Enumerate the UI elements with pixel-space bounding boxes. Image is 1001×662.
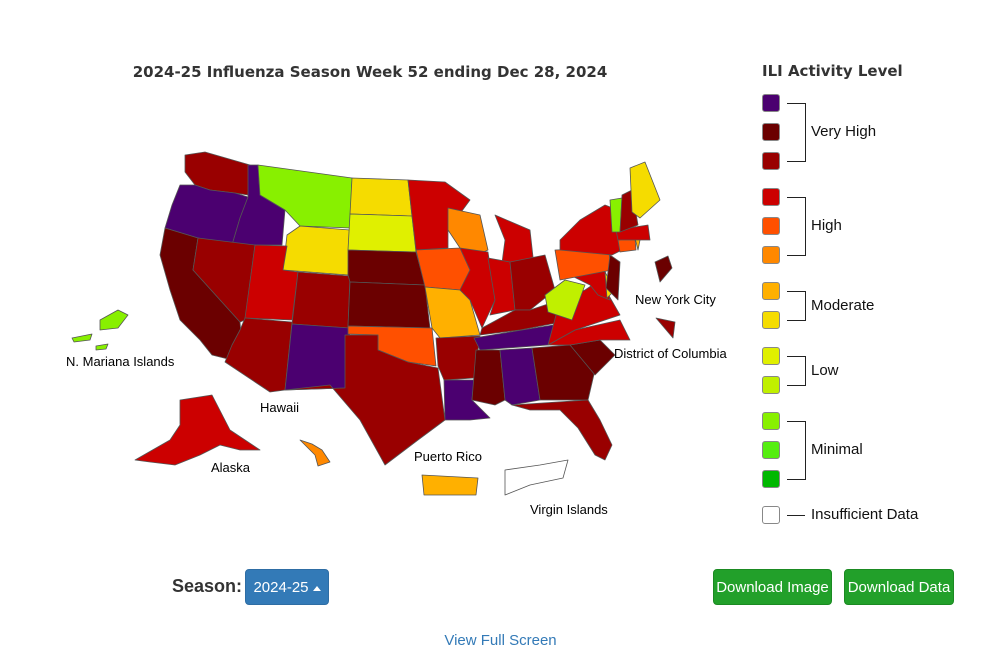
legend-group-label: Insufficient Data [811, 506, 919, 523]
state-ne[interactable] [347, 249, 426, 286]
state-nmi[interactable] [99, 309, 129, 331]
state-ks[interactable] [347, 281, 431, 329]
legend-bracket-tick [787, 161, 805, 162]
label-hawaii: Hawaii [260, 400, 300, 415]
legend-swatch-vh2 [762, 123, 780, 141]
state-ia[interactable] [415, 247, 471, 291]
legend-bracket [805, 197, 806, 256]
legend-bracket-tick [787, 291, 805, 292]
legend-group-label: Minimal [811, 441, 863, 458]
state-nd[interactable] [349, 177, 413, 217]
legend-bracket-tick [787, 421, 805, 422]
legend-swatch-min2 [762, 441, 780, 459]
state-wy[interactable] [282, 225, 351, 276]
label-new-york-city: New York City [635, 292, 716, 307]
legend: ILI Activity Level Very High High Moderate… [762, 62, 982, 524]
nmi-islet[interactable] [95, 343, 109, 351]
legend-swatch-h2 [762, 217, 780, 235]
state-dc[interactable] [655, 317, 676, 339]
download-image-button[interactable]: Download Image [713, 569, 832, 605]
season-value: 2024-25 [253, 578, 309, 596]
legend-bracket-tick [787, 103, 805, 104]
legend-swatch-l2 [762, 347, 780, 365]
download-data-button[interactable]: Download Data [844, 569, 954, 605]
label-puerto-rico: Puerto Rico [414, 449, 482, 464]
legend-bracket [805, 421, 806, 480]
legend-dash [787, 515, 805, 516]
state-co[interactable] [291, 271, 351, 329]
legend-group-label: Moderate [811, 296, 875, 314]
state-ar[interactable] [435, 335, 481, 381]
view-full-screen-link[interactable]: View Full Screen [0, 632, 1001, 649]
state-vi[interactable] [504, 459, 569, 496]
state-fl[interactable] [511, 399, 613, 461]
state-ms[interactable] [471, 349, 506, 406]
legend-swatch-h1 [762, 246, 780, 264]
state-nyc[interactable] [654, 255, 673, 283]
legend-swatch-m2 [762, 282, 780, 300]
legend-swatch-min3 [762, 412, 780, 430]
legend-group-label: High [811, 217, 842, 234]
legend-swatch-min1 [762, 470, 780, 488]
legend-bracket-tick [787, 356, 805, 357]
label-district-of-columbia: District of Columbia [614, 346, 727, 361]
legend-swatch-m1 [762, 311, 780, 329]
season-label: Season: [172, 576, 243, 596]
legend-swatch-l1 [762, 376, 780, 394]
legend-swatch-vh3 [762, 94, 780, 112]
state-me[interactable] [629, 161, 661, 219]
legend-title: ILI Activity Level [762, 62, 903, 80]
legend-bracket-tick [787, 197, 805, 198]
label-virgin-islands: Virgin Islands [530, 502, 608, 517]
state-nm[interactable] [284, 323, 351, 391]
legend-group-label: Low [811, 361, 839, 379]
nmi-islet[interactable] [71, 333, 93, 343]
legend-bracket [805, 103, 806, 162]
legend-swatch-vh1 [762, 152, 780, 170]
legend-swatch-insufficient [762, 506, 780, 524]
legend-group-label: Very High [811, 123, 877, 140]
season-select-button[interactable]: 2024-25 [245, 569, 329, 605]
caret-up-icon [312, 585, 321, 591]
legend-bracket-tick [787, 255, 805, 256]
state-hi[interactable] [299, 439, 331, 467]
state-sd[interactable] [347, 213, 417, 253]
label-alaska: Alaska [211, 460, 251, 475]
state-pr[interactable] [421, 474, 479, 496]
legend-bracket-tick [787, 385, 805, 386]
legend-bracket-tick [787, 320, 805, 321]
label-n-mariana-islands: N. Mariana Islands [66, 354, 175, 369]
legend-swatch-h3 [762, 188, 780, 206]
state-ak[interactable] [134, 394, 261, 466]
legend-bracket [805, 356, 806, 386]
legend-bracket-tick [787, 479, 805, 480]
legend-bracket [805, 291, 806, 321]
